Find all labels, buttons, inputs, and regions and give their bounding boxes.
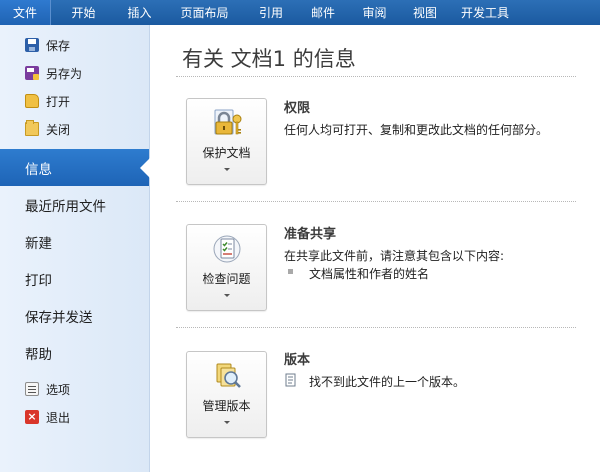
nav-recent-label: 最近所用文件 — [25, 198, 106, 215]
bullet-icon — [288, 269, 293, 274]
backstage-nav: 保存 另存为 打开 关闭 信息 最近所用文件 新建 打印 保存并发送 帮助 选项… — [0, 25, 150, 472]
exit-icon: × — [25, 410, 39, 424]
protect-document-button[interactable]: 保护文档 — [186, 98, 267, 185]
nav-save-label: 保存 — [46, 38, 71, 53]
nav-new-label: 新建 — [25, 235, 52, 252]
versions-heading: 版本 — [284, 353, 311, 368]
prepare-sharing-description: 在共享此文件前，请注意其包含以下内容: — [284, 249, 505, 263]
page-title: 有关 文档1 的信息 — [182, 47, 356, 71]
document-version-icon — [285, 373, 296, 387]
tab-file[interactable]: 文件 — [0, 0, 51, 25]
document-properties-item: 文档属性和作者的姓名 — [309, 267, 430, 281]
nav-help[interactable]: 帮助 — [0, 334, 149, 371]
nav-close[interactable]: 关闭 — [0, 115, 149, 143]
divider — [176, 76, 576, 77]
chevron-down-icon — [224, 294, 230, 297]
ribbon-tab-bar: 文件 开始 插入 页面布局 引用 邮件 审阅 视图 开发工具 — [0, 0, 600, 25]
tab-view[interactable]: 视图 — [399, 0, 451, 25]
nav-save-as[interactable]: 另存为 — [0, 59, 149, 87]
nav-print[interactable]: 打印 — [0, 260, 149, 297]
nav-exit[interactable]: × 退出 — [0, 403, 149, 431]
tab-page-layout[interactable]: 页面布局 — [163, 0, 246, 25]
nav-save[interactable]: 保存 — [0, 31, 149, 59]
manage-versions-label: 管理版本 — [202, 399, 251, 413]
nav-print-label: 打印 — [25, 272, 52, 289]
tab-references[interactable]: 引用 — [246, 0, 296, 25]
tab-home[interactable]: 开始 — [51, 0, 116, 25]
nav-exit-label: 退出 — [46, 410, 71, 425]
tab-developer[interactable]: 开发工具 — [451, 0, 519, 25]
divider — [176, 327, 576, 328]
options-icon — [25, 382, 39, 396]
nav-save-as-label: 另存为 — [46, 66, 83, 81]
nav-options[interactable]: 选项 — [0, 375, 149, 403]
nav-close-label: 关闭 — [46, 122, 71, 137]
tab-mailings[interactable]: 邮件 — [296, 0, 350, 25]
open-folder-icon — [25, 94, 39, 108]
permissions-heading: 权限 — [284, 101, 311, 116]
nav-new[interactable]: 新建 — [0, 223, 149, 260]
nav-save-send-label: 保存并发送 — [25, 309, 93, 326]
chevron-down-icon — [224, 421, 230, 424]
tab-review[interactable]: 审阅 — [350, 0, 399, 25]
check-issues-label: 检查问题 — [202, 272, 251, 286]
nav-help-label: 帮助 — [25, 346, 52, 363]
divider — [176, 201, 576, 202]
protect-document-label: 保护文档 — [202, 146, 251, 160]
nav-recent[interactable]: 最近所用文件 — [0, 186, 149, 223]
nav-info[interactable]: 信息 — [0, 149, 150, 186]
tab-insert[interactable]: 插入 — [116, 0, 163, 25]
nav-open[interactable]: 打开 — [0, 87, 149, 115]
save-icon — [25, 38, 39, 52]
permissions-description: 任何人均可打开、复制和更改此文档的任何部分。 — [284, 123, 549, 137]
nav-options-label: 选项 — [46, 382, 71, 397]
save-as-icon — [25, 66, 39, 80]
nav-info-label: 信息 — [25, 161, 52, 178]
lock-key-icon — [214, 109, 242, 135]
chevron-down-icon — [224, 168, 230, 171]
nav-save-send[interactable]: 保存并发送 — [0, 297, 149, 334]
nav-open-label: 打开 — [46, 94, 71, 109]
info-panel: 有关 文档1 的信息 保护文档 权限 任何人均可打开、复制和更改此文档的任何部分… — [151, 25, 600, 472]
manage-versions-button[interactable]: 管理版本 — [186, 351, 267, 438]
no-previous-version-text: 找不到此文件的上一个版本。 — [309, 375, 466, 389]
versions-magnifier-icon — [216, 363, 241, 388]
close-folder-icon — [25, 120, 39, 136]
check-issues-button[interactable]: 检查问题 — [186, 224, 267, 311]
prepare-sharing-heading: 准备共享 — [284, 227, 337, 242]
checklist-icon — [213, 235, 241, 263]
